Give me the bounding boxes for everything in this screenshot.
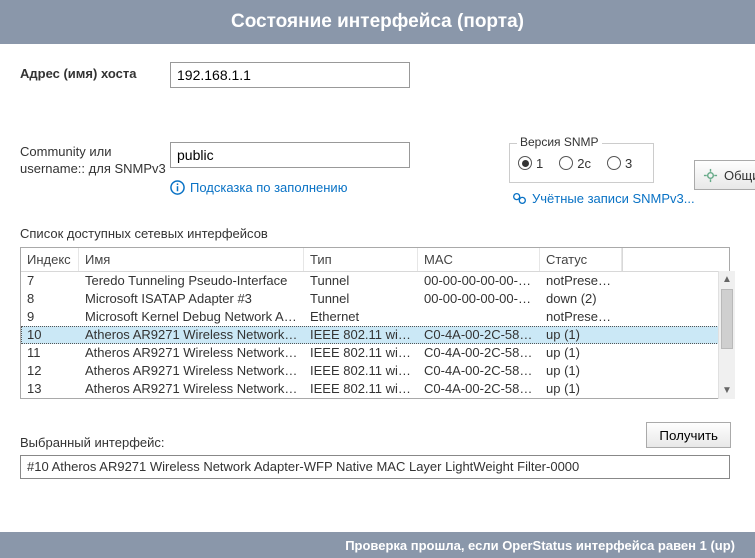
selected-interface-label: Выбранный интерфейс: (20, 435, 735, 450)
cell (418, 315, 540, 319)
cell: IEEE 802.11 wir... (304, 361, 418, 380)
cell: Atheros AR9271 Wireless Network Ad... (79, 361, 304, 380)
table-row[interactable]: 10Atheros AR9271 Wireless Network Ada...… (21, 326, 729, 344)
cell: Tunnel (304, 272, 418, 291)
table-scrollbar[interactable]: ▲ ▼ (718, 271, 735, 399)
cell: Atheros AR9271 Wireless Network Ad... (79, 343, 304, 362)
cell: Teredo Tunneling Pseudo-Interface (79, 272, 304, 291)
table-row[interactable]: 8Microsoft ISATAP Adapter #3Tunnel00-00-… (21, 290, 729, 308)
snmp-version-group: Версия SNMP 1 2c 3 (509, 143, 654, 183)
snmp-version-legend: Версия SNMP (517, 135, 602, 149)
col-name[interactable]: Имя (79, 248, 304, 271)
snmp-v3-radio[interactable]: 3 (607, 156, 632, 171)
table-header: Индекс Имя Тип MAC Статус (21, 248, 729, 272)
hint-link[interactable]: Подсказка по заполнению (170, 180, 347, 195)
cell: C0-4A-00-2C-58-87 (418, 343, 540, 362)
host-label: Адрес (имя) хоста (20, 62, 170, 81)
cell: Atheros AR9271 Wireless Network Ada... (79, 325, 304, 344)
snmpv3-accounts-link[interactable]: Учётные записи SNMPv3... (512, 191, 695, 206)
cell: 12 (21, 361, 79, 380)
snmp-v1-radio[interactable]: 1 (518, 156, 543, 171)
cell: 00-00-00-00-00-00-... (418, 272, 540, 291)
cell: 8 (21, 289, 79, 308)
col-type[interactable]: Тип (304, 248, 418, 271)
cell: 00-00-00-00-00-00-... (418, 289, 540, 308)
cell: up (1) (540, 343, 622, 362)
selected-interface-value: #10 Atheros AR9271 Wireless Network Adap… (20, 455, 730, 479)
footer-text: Проверка прошла, если OperStatus интерфе… (345, 538, 735, 553)
cell: up (1) (540, 361, 622, 380)
cell: Microsoft ISATAP Adapter #3 (79, 289, 304, 308)
table-row[interactable]: 9Microsoft Kernel Debug Network Adap...E… (21, 308, 729, 326)
cell: down (2) (540, 289, 622, 308)
cell: Tunnel (304, 289, 418, 308)
cell: up (1) (540, 325, 622, 344)
cell: notPresent... (540, 272, 622, 291)
table-row[interactable]: 11Atheros AR9271 Wireless Network Ad...I… (21, 344, 729, 362)
cell: 13 (21, 379, 79, 398)
snmp-v2c-radio[interactable]: 2c (559, 156, 591, 171)
table-row[interactable]: 13Atheros AR9271 Wireless Network Ad...I… (21, 380, 729, 398)
community-input[interactable] (170, 142, 410, 168)
col-mac[interactable]: MAC (418, 248, 540, 271)
cell: 11 (21, 343, 79, 362)
scroll-thumb[interactable] (721, 289, 733, 349)
cell: Atheros AR9271 Wireless Network Ad... (79, 379, 304, 398)
cell: IEEE 802.11 wir... (304, 343, 418, 362)
cell: up (1) (540, 379, 622, 398)
cell: 10 (21, 325, 79, 344)
cell: notPresent... (540, 307, 622, 326)
header-bar: Состояние интерфейса (порта) (0, 0, 755, 44)
info-icon (170, 180, 185, 195)
scroll-up-icon[interactable]: ▲ (719, 271, 735, 288)
host-input[interactable] (170, 62, 410, 88)
interfaces-list-label: Список доступных сетевых интерфейсов (20, 226, 735, 241)
cell: C0-4A-00-2C-58-87 (418, 361, 540, 380)
table-row[interactable]: 7Teredo Tunneling Pseudo-InterfaceTunnel… (21, 272, 729, 290)
page-title: Состояние интерфейса (порта) (231, 11, 524, 33)
cell: Microsoft Kernel Debug Network Adap... (79, 307, 304, 326)
cell: 9 (21, 307, 79, 326)
cell: C0-4A-00-2C-58-87 (418, 325, 540, 344)
interfaces-table[interactable]: Индекс Имя Тип MAC Статус 7Teredo Tunnel… (20, 247, 730, 399)
col-index[interactable]: Индекс (21, 248, 79, 271)
table-row[interactable]: 12Atheros AR9271 Wireless Network Ad...I… (21, 362, 729, 380)
get-button[interactable]: Получить (646, 422, 731, 448)
common-settings-button[interactable]: Общие н (694, 160, 755, 190)
cell: IEEE 802.11 wir... (304, 325, 418, 344)
community-label: Community или username:: для SNMPv3 (20, 142, 170, 178)
cell: 7 (21, 272, 79, 291)
cell: Ethernet (304, 307, 418, 326)
scroll-down-icon[interactable]: ▼ (719, 382, 735, 399)
gears-icon (512, 191, 527, 206)
col-status[interactable]: Статус (540, 248, 622, 271)
gear-icon (703, 168, 718, 183)
footer-bar: Проверка прошла, если OperStatus интерфе… (0, 532, 755, 558)
cell: IEEE 802.11 wir... (304, 379, 418, 398)
cell: C0-4A-00-2C-58-87 (418, 379, 540, 398)
